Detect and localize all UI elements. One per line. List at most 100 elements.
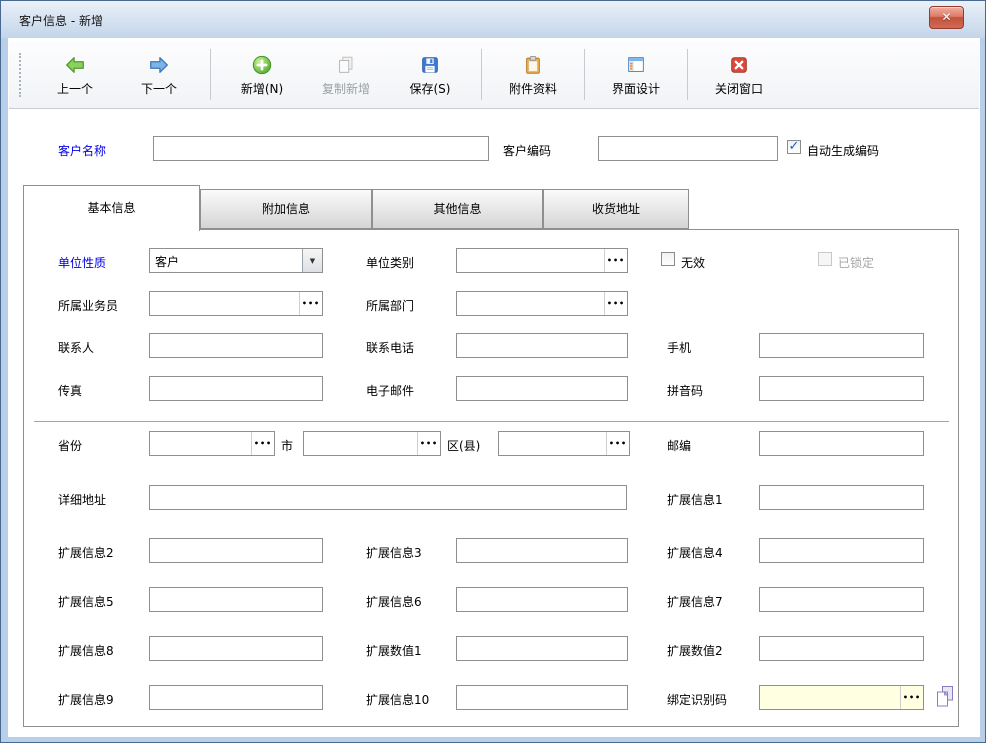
mobile-field [759, 333, 924, 358]
ext8-label: 扩展信息8 [58, 642, 114, 659]
tab-shipping-address-label: 收货地址 [592, 202, 640, 216]
autocode-label: 自动生成编码 [807, 142, 879, 159]
close-icon: ✕ [941, 10, 951, 24]
zip-label: 邮编 [667, 437, 691, 454]
ext3-input[interactable] [457, 539, 627, 562]
ext1-input[interactable] [760, 486, 923, 509]
titlebar[interactable]: 客户信息 - 新增 ✕ [1, 1, 985, 38]
copy-binding-code-button[interactable] [933, 684, 957, 713]
zip-input[interactable] [760, 432, 923, 455]
next-button-label: 下一个 [141, 80, 177, 97]
lookup-ellipsis-button[interactable]: ••• [417, 432, 440, 455]
ext2-field [149, 538, 323, 563]
copy-new-button-label: 复制新增 [322, 80, 370, 97]
pinyin-input[interactable] [760, 377, 923, 400]
copy-pages-icon [335, 52, 357, 76]
toolbar-separator [687, 49, 688, 100]
ext2-input[interactable] [150, 539, 322, 562]
city-input[interactable] [304, 432, 417, 455]
autocode-checkbox[interactable]: ✓ [787, 140, 801, 154]
ext5-input[interactable] [150, 588, 322, 611]
province-input[interactable] [150, 432, 251, 455]
toolbar-separator [584, 49, 585, 100]
ext10-input[interactable] [457, 686, 627, 709]
ext10-label: 扩展信息10 [366, 691, 429, 708]
pinyin-field [759, 376, 924, 401]
attachments-button-label: 附件资料 [509, 80, 557, 97]
binding-code-label: 绑定识别码 [667, 691, 727, 708]
binding-code-field: ••• [759, 685, 924, 710]
dropdown-arrow-icon[interactable]: ▼ [302, 249, 322, 272]
customer-name-label: 客户名称 [58, 142, 106, 159]
titlebar-close-button[interactable]: ✕ [929, 6, 964, 29]
ext10-field [456, 685, 628, 710]
district-input[interactable] [499, 432, 606, 455]
binding-code-input[interactable] [760, 686, 900, 709]
tab-basic-info[interactable]: 基本信息 [23, 185, 200, 231]
lookup-ellipsis-button[interactable]: ••• [251, 432, 274, 455]
email-label: 电子邮件 [366, 382, 414, 399]
unit-category-input[interactable] [457, 249, 604, 272]
lookup-ellipsis-button[interactable]: ••• [604, 249, 627, 272]
ext9-label: 扩展信息9 [58, 691, 114, 708]
fax-input[interactable] [150, 377, 322, 400]
salesman-field: ••• [149, 291, 323, 316]
customer-code-label: 客户编码 [503, 142, 551, 159]
lookup-ellipsis-button[interactable]: ••• [606, 432, 629, 455]
address-input[interactable] [150, 486, 626, 509]
department-input[interactable] [457, 292, 604, 315]
lookup-ellipsis-button[interactable]: ••• [604, 292, 627, 315]
contact-label: 联系人 [58, 339, 94, 356]
ext1-label: 扩展信息1 [667, 491, 723, 508]
contact-input[interactable] [150, 334, 322, 357]
district-label: 区(县) [447, 437, 480, 454]
ext5-field [149, 587, 323, 612]
ext4-input[interactable] [760, 539, 923, 562]
ext6-label: 扩展信息6 [366, 593, 422, 610]
mobile-input[interactable] [760, 334, 923, 357]
tab-other-info[interactable]: 其他信息 [372, 189, 543, 229]
window-layout-icon [625, 52, 647, 76]
ext7-input[interactable] [760, 588, 923, 611]
customer-name-input[interactable] [154, 137, 488, 160]
locked-label: 已锁定 [838, 254, 874, 271]
toolbar-separator [210, 49, 211, 100]
department-label: 所属部门 [366, 297, 414, 314]
save-button[interactable]: 保存(S) [388, 41, 472, 108]
salesman-input[interactable] [150, 292, 299, 315]
ext6-field [456, 587, 628, 612]
unit-category-field: ••• [456, 248, 628, 273]
arrow-right-icon [148, 52, 170, 76]
invalid-checkbox[interactable] [661, 252, 675, 266]
address-field [149, 485, 627, 510]
close-window-button[interactable]: 关闭窗口 [697, 41, 781, 108]
lookup-ellipsis-button[interactable]: ••• [900, 686, 923, 709]
toolbar-grip[interactable] [19, 53, 25, 97]
lookup-ellipsis-button[interactable]: ••• [299, 292, 322, 315]
tab-additional-info[interactable]: 附加信息 [200, 189, 372, 229]
ext6-input[interactable] [457, 588, 627, 611]
prev-button[interactable]: 上一个 [33, 41, 117, 108]
unit-nature-combobox[interactable]: 客户 ▼ [149, 248, 323, 273]
extnum2-input[interactable] [760, 637, 923, 660]
ext2-label: 扩展信息2 [58, 544, 114, 561]
extnum1-input[interactable] [457, 637, 627, 660]
attachments-button[interactable]: 附件资料 [491, 41, 575, 108]
add-plus-icon [251, 52, 273, 76]
tab-additional-info-label: 附加信息 [262, 202, 310, 216]
ext5-label: 扩展信息5 [58, 593, 114, 610]
department-field: ••• [456, 291, 628, 316]
customer-code-input[interactable] [599, 137, 777, 160]
email-input[interactable] [457, 377, 627, 400]
next-button[interactable]: 下一个 [117, 41, 201, 108]
ext4-field [759, 538, 924, 563]
extnum2-label: 扩展数值2 [667, 642, 723, 659]
window-title: 客户信息 - 新增 [19, 12, 103, 29]
new-button[interactable]: 新增(N) [220, 41, 304, 108]
ext9-input[interactable] [150, 686, 322, 709]
tab-shipping-address[interactable]: 收货地址 [543, 189, 689, 229]
ext8-input[interactable] [150, 637, 322, 660]
ui-design-button[interactable]: 界面设计 [594, 41, 678, 108]
phone-input[interactable] [457, 334, 627, 357]
save-button-label: 保存(S) [410, 80, 451, 97]
